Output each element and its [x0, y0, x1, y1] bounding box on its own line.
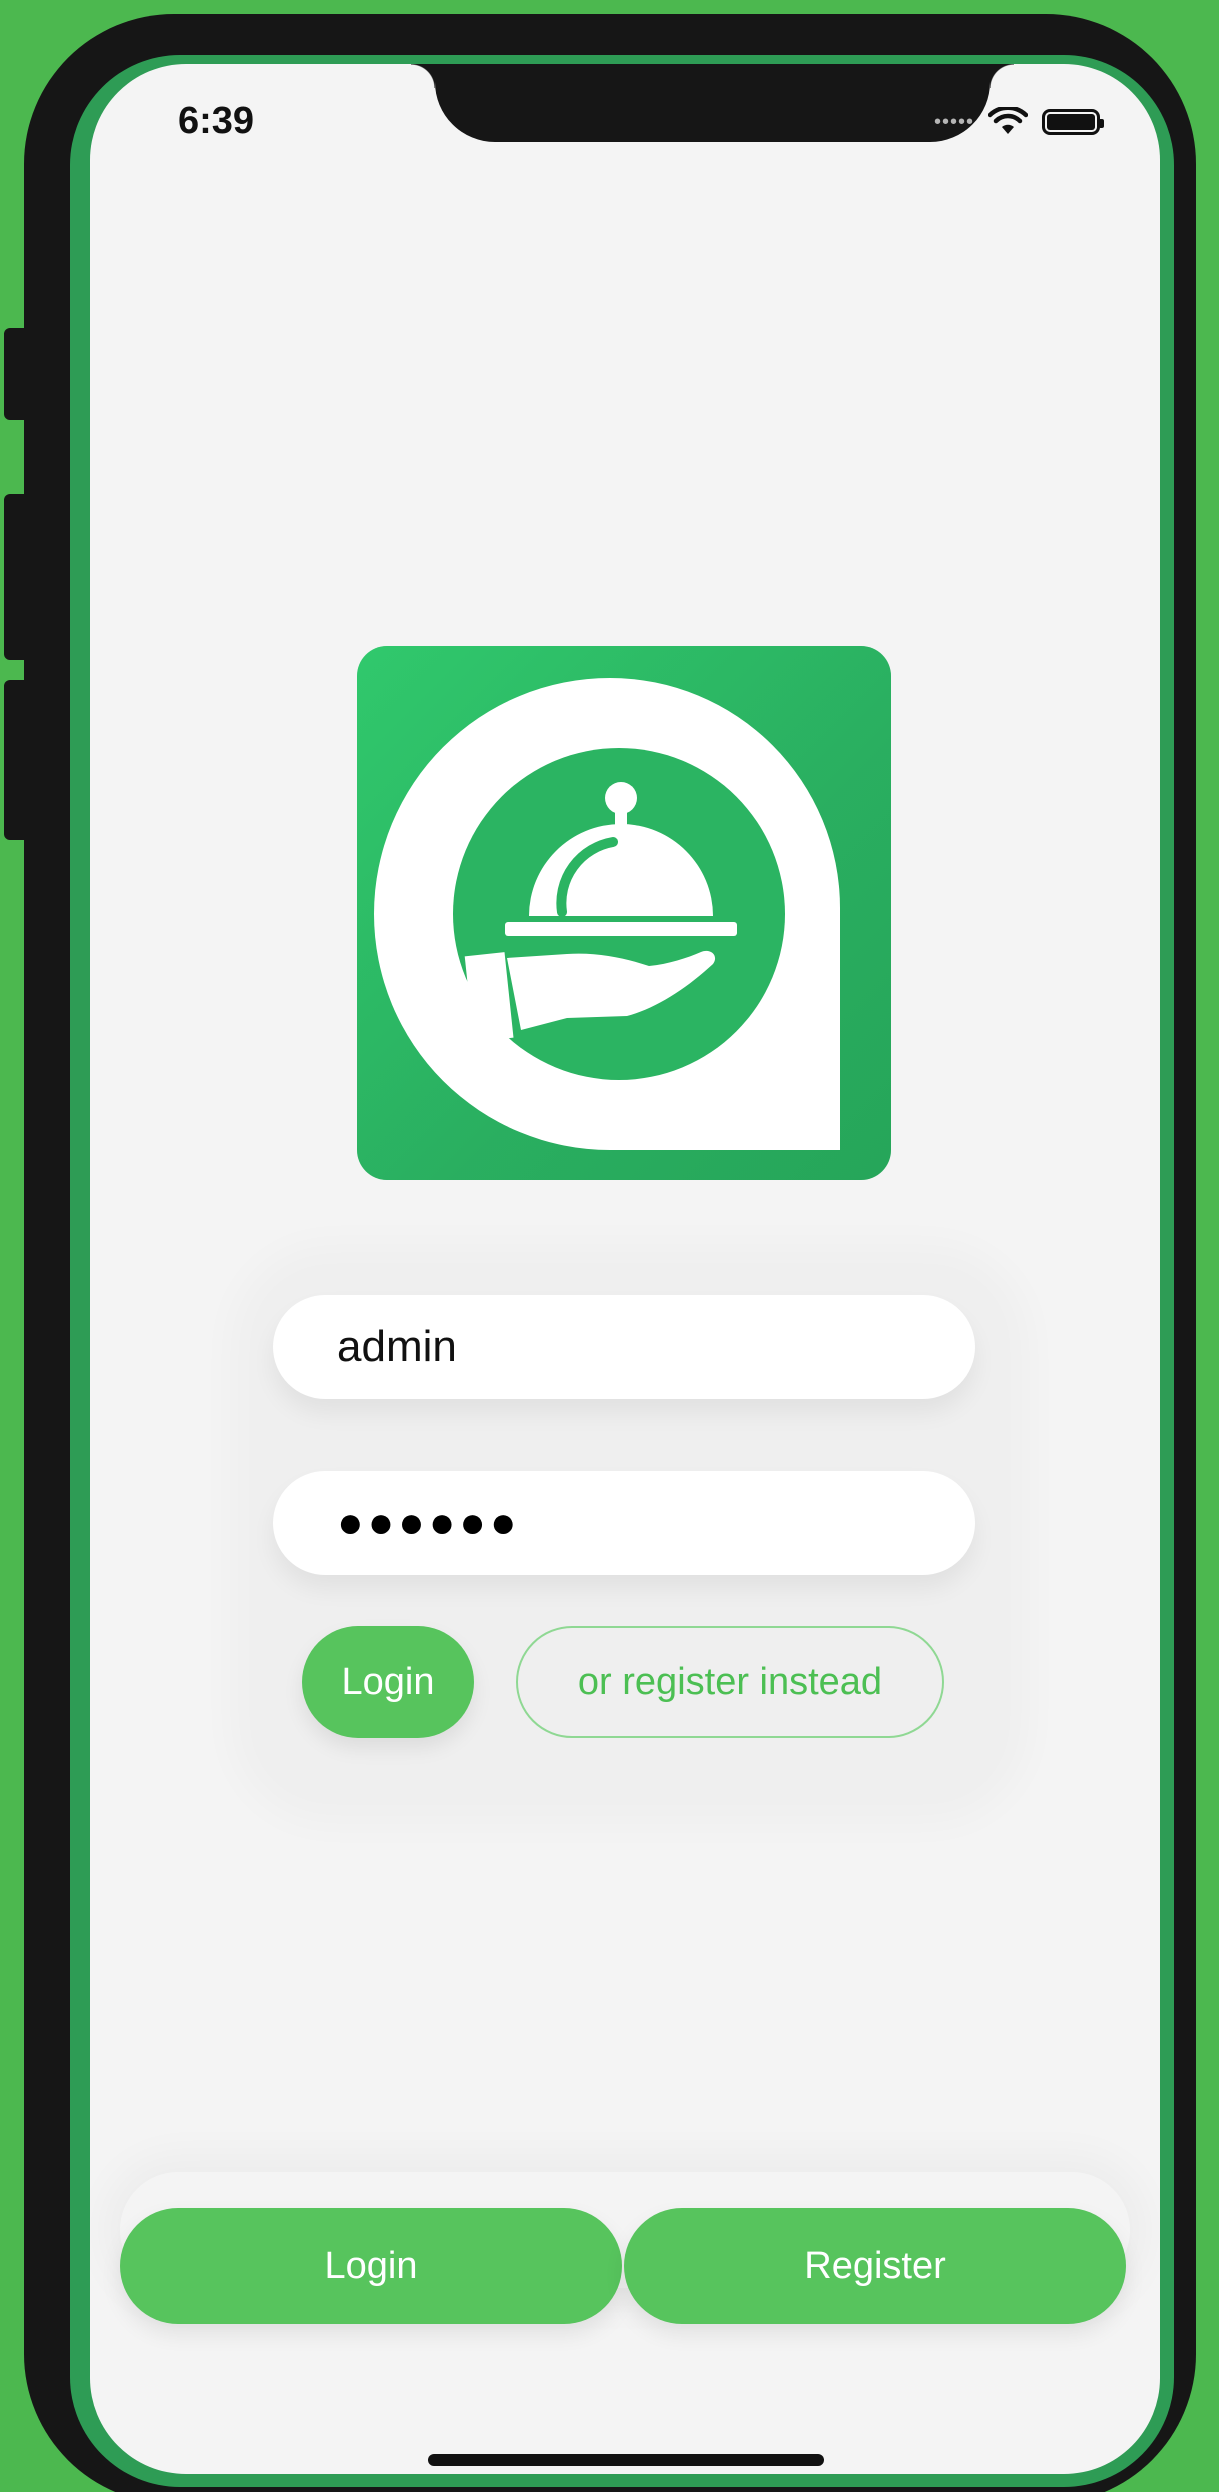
app-screen: 6:39 ••••• admin ●●●●●● Login or registe…	[90, 64, 1160, 2474]
app-logo	[357, 646, 891, 1180]
home-indicator[interactable]	[428, 2454, 824, 2466]
tab-login[interactable]: Login	[120, 2208, 622, 2324]
volume-down-button	[4, 680, 24, 840]
signal-dots-icon: •••••	[933, 110, 974, 133]
battery-icon	[1042, 109, 1104, 135]
food-service-cloche-icon	[357, 646, 891, 1180]
tab-register[interactable]: Register	[624, 2208, 1126, 2324]
wifi-icon	[988, 107, 1028, 134]
login-button[interactable]: Login	[302, 1626, 474, 1738]
status-icons: •••••	[933, 104, 1104, 140]
username-value[interactable]: admin	[337, 1322, 457, 1372]
register-instead-button[interactable]: or register instead	[516, 1626, 944, 1738]
notch	[411, 64, 1014, 142]
device-background: 6:39 ••••• admin ●●●●●● Login or registe…	[0, 0, 1219, 2492]
username-field[interactable]: admin	[273, 1295, 975, 1399]
mute-switch	[4, 328, 24, 420]
volume-up-button	[4, 494, 24, 660]
password-masked-value[interactable]: ●●●●●●	[337, 1498, 520, 1548]
status-time: 6:39	[178, 100, 255, 142]
password-field[interactable]: ●●●●●●	[273, 1471, 975, 1575]
